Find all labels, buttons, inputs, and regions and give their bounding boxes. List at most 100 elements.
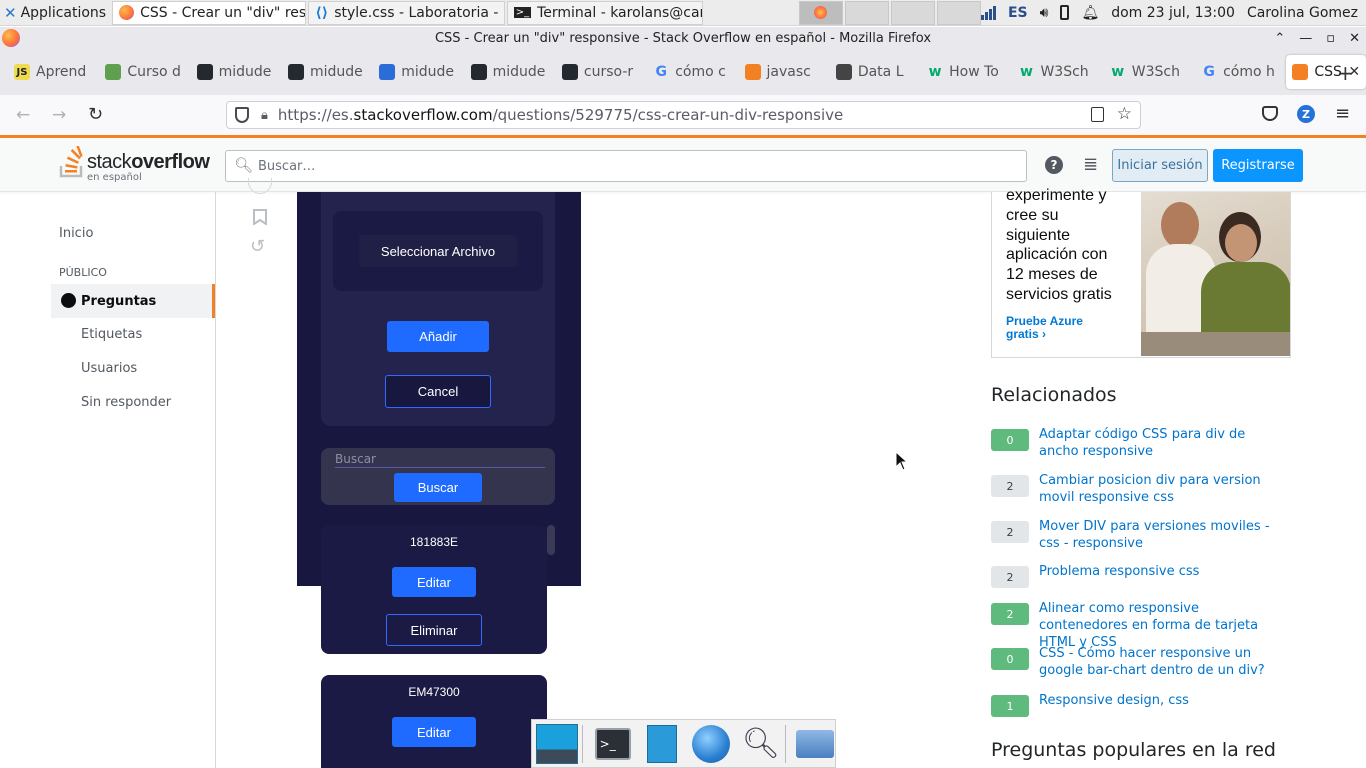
workspace-2[interactable] [844, 0, 889, 25]
related-question[interactable]: 0 Adaptar código CSS para div de ancho re… [991, 426, 1291, 460]
related-question[interactable]: 0 CSS - Cómo hacer responsive un google b… [991, 645, 1291, 679]
taskbar-label: style.css - Laboratoria - … [334, 4, 505, 21]
account-icon[interactable]: Z [1297, 105, 1315, 123]
hot-network-heading: Preguntas populares en la red [991, 739, 1276, 761]
window-up-icon[interactable]: ⌃ [1274, 31, 1285, 46]
taskbar-terminal[interactable]: >_ Terminal - karolans@car… [506, 0, 703, 25]
browser-tab[interactable]: Gcómo h [1195, 55, 1286, 89]
workspace-4[interactable] [936, 0, 981, 25]
keyboard-layout[interactable]: ES [1008, 5, 1028, 21]
related-question[interactable]: 2 Cambiar posicion div para version movil… [991, 472, 1291, 506]
minimize-icon[interactable]: — [1299, 31, 1312, 46]
related-question[interactable]: 1 Responsive design, css [991, 692, 1291, 717]
related-question-link[interactable]: Alinear como responsive contenedores en … [1039, 600, 1284, 651]
volume-icon[interactable]: 🔊︎ [1040, 5, 1049, 21]
nav-unanswered[interactable]: Sin responder [81, 395, 171, 410]
dock-terminal[interactable]: >_ [593, 723, 632, 765]
edit-button[interactable]: Editar [392, 567, 476, 597]
browser-tab[interactable]: javasc [739, 55, 830, 89]
embedded-scrollbar[interactable] [547, 525, 555, 555]
login-button[interactable]: Iniciar sesión [1112, 149, 1208, 182]
notification-bell-icon[interactable]: 🔔︎ [1081, 5, 1099, 21]
browser-tab[interactable]: midude [191, 55, 282, 89]
nav-tags[interactable]: Etiquetas [81, 327, 142, 342]
dock-search[interactable]: 🔍︎ [741, 723, 780, 765]
clock[interactable]: dom 23 jul, 13:00 [1111, 5, 1235, 21]
nav-home[interactable]: Inicio [59, 226, 93, 241]
browser-tab[interactable]: midude [282, 55, 373, 89]
workspace-1[interactable] [798, 0, 843, 25]
lock-icon[interactable]: 🔒︎ [261, 108, 268, 123]
browser-tab[interactable]: w W3Sch [1104, 55, 1195, 89]
dock-folder[interactable] [796, 723, 835, 765]
dock-file-manager[interactable] [642, 723, 681, 765]
pocket-icon[interactable] [1262, 106, 1278, 121]
close-window-icon[interactable]: ✕ [1349, 31, 1360, 46]
applications-menu[interactable]: ✕ Applications [0, 0, 112, 26]
forward-icon[interactable]: → [52, 105, 66, 125]
related-question[interactable]: 2 Mover DIV para versiones moviles - css … [991, 518, 1291, 552]
related-question-link[interactable]: Problema responsive css [1039, 563, 1284, 588]
new-tab-icon[interactable]: + [1337, 61, 1354, 85]
embedded-search-button[interactable]: Buscar [394, 473, 482, 502]
help-icon[interactable]: ? [1045, 156, 1063, 174]
history-icon[interactable]: ↺ [250, 236, 265, 257]
bookmark-star-icon[interactable]: ☆ [1117, 104, 1132, 124]
window-title: CSS - Crear un "div" responsive - Stack … [434, 30, 932, 46]
network-icon[interactable] [980, 5, 996, 20]
browser-tab[interactable]: w How To [921, 55, 1012, 89]
score-badge: 2 [991, 603, 1029, 625]
bookmark-icon[interactable] [253, 209, 267, 225]
browser-tab[interactable]: w W3Sch [1012, 55, 1103, 89]
nav-users[interactable]: Usuarios [81, 361, 137, 376]
browser-tab[interactable]: CSS ✕ [1286, 55, 1366, 89]
embedded-search-input[interactable]: Buscar [335, 452, 545, 468]
battery-icon[interactable] [1060, 5, 1070, 20]
nav-questions[interactable]: Preguntas [51, 284, 215, 318]
ad-link[interactable]: Pruebe Azure gratis › [1006, 315, 1083, 341]
select-file-button[interactable]: Seleccionar Archivo [359, 235, 517, 267]
so-logo[interactable]: stackoverflow en español [59, 146, 219, 184]
browser-tab[interactable]: Gcómo c [647, 55, 738, 89]
related-question-link[interactable]: Cambiar posicion div para version movil … [1039, 472, 1284, 506]
related-question-link[interactable]: CSS - Cómo hacer responsive un google ba… [1039, 645, 1284, 679]
maximize-icon[interactable]: ▫ [1326, 31, 1335, 46]
tracking-shield-icon[interactable] [235, 107, 249, 123]
reader-view-icon[interactable] [1091, 107, 1104, 122]
menu-hamburger-icon[interactable]: ≡ [1335, 103, 1350, 124]
related-question-link[interactable]: Mover DIV para versiones moviles - css -… [1039, 518, 1284, 552]
related-question[interactable]: 2 Alinear como responsive contenedores en… [991, 600, 1291, 651]
so-search-input[interactable]: 🔍︎ Buscar… [225, 150, 1027, 182]
browser-tab[interactable]: midude [465, 55, 556, 89]
related-question[interactable]: 2 Problema responsive css [991, 563, 1291, 588]
workspace-3[interactable] [890, 0, 935, 25]
ad-line: experimente y [1006, 187, 1107, 204]
taskbar-vscode[interactable]: ⟨⟩ style.css - Laboratoria - … [308, 0, 505, 25]
user-name[interactable]: Carolina Gomez [1247, 5, 1358, 21]
edit-button[interactable]: Editar [392, 717, 476, 747]
add-button[interactable]: Añadir [387, 321, 489, 352]
browser-tab[interactable]: JS Aprend [8, 55, 99, 89]
reload-icon[interactable]: ↻ [88, 104, 103, 125]
signup-button[interactable]: Registrarse [1213, 149, 1303, 182]
cancel-button[interactable]: Cancel [385, 375, 491, 408]
taskbar-firefox[interactable]: CSS - Crear un "div" res… [112, 0, 307, 25]
browser-tab[interactable]: Data L [830, 55, 921, 89]
tab-label: midude [218, 64, 272, 80]
desktop-icon [536, 723, 578, 764]
site-switcher-icon[interactable]: ≣ [1083, 156, 1098, 174]
browser-tab[interactable]: midude [373, 55, 464, 89]
related-question-link[interactable]: Responsive design, css [1039, 692, 1284, 717]
url-bar[interactable]: 🔒︎ https://es.stackoverflow.com/question… [226, 101, 1141, 129]
related-question-link[interactable]: Adaptar código CSS para div de ancho res… [1039, 426, 1284, 460]
browser-tab[interactable]: curso-r [556, 55, 647, 89]
dock-browser[interactable] [692, 723, 731, 765]
ad-line: siguiente [1006, 226, 1071, 244]
url-text: https://es.stackoverflow.com/questions/5… [278, 106, 843, 124]
azure-ad[interactable]: experimente y cree su siguiente aplicaci… [991, 187, 1291, 358]
so-logo-text: stackoverflow [87, 151, 210, 174]
delete-button[interactable]: Eliminar [386, 614, 482, 646]
back-icon[interactable]: ← [16, 105, 30, 125]
dock-show-desktop[interactable] [536, 723, 578, 765]
browser-tab[interactable]: Curso d [99, 55, 190, 89]
